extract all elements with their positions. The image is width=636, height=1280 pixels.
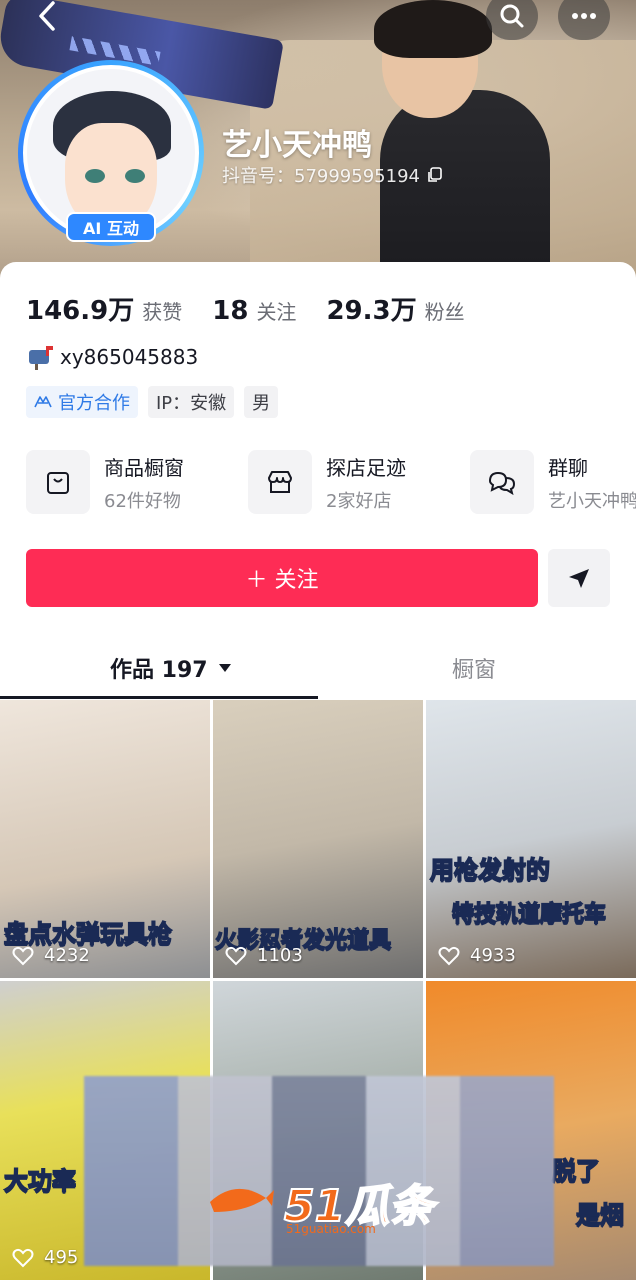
stat-likes-number: 146.9万 [26, 296, 135, 326]
bio-text: xy865045883 [60, 345, 199, 369]
shortcut-group-chat-sub: 艺小天冲鸭 [548, 490, 636, 512]
video-likes: 1103 [225, 945, 303, 966]
video-likes: 4933 [438, 945, 516, 966]
video-caption: 大功率 [3, 1166, 77, 1196]
watermark: 51瓜条 51guatiao.com [206, 1170, 434, 1236]
more-dots-icon [572, 13, 596, 19]
ip-location-tag: IP：安徽 [148, 386, 235, 418]
banner-person-hair [374, 0, 492, 58]
search-icon [500, 4, 524, 28]
official-cooperation-tag[interactable]: 官方合作 [26, 386, 138, 418]
profile-name: 艺小天冲鸭 [222, 128, 372, 163]
douyin-id-text: 抖音号：57999595194 [222, 166, 420, 187]
send-message-button[interactable] [548, 549, 610, 607]
ai-interact-badge[interactable]: AI 互动 [66, 212, 156, 242]
video-thumbnail[interactable]: 火影忍者发光道具 1103 [213, 700, 423, 978]
shortcut-group-chat[interactable]: 群聊 艺小天冲鸭 [470, 450, 636, 514]
stat-likes-label: 获赞 [142, 300, 183, 324]
heart-icon [438, 946, 460, 965]
video-likes-count: 495 [44, 1247, 79, 1268]
watermark-url: 51guatiao.com [286, 1222, 376, 1236]
stat-followers[interactable]: 29.3万 粉丝 [326, 290, 464, 327]
video-caption-line2: 特技轨道摩托车 [451, 901, 607, 928]
tab-active-indicator [0, 696, 318, 699]
shortcut-group-chat-title: 群聊 [548, 455, 588, 480]
fish-logo-icon [210, 1188, 274, 1212]
banner-person-body [380, 90, 550, 290]
paper-plane-icon [569, 569, 589, 588]
stat-likes[interactable]: 146.9万 获赞 [26, 290, 182, 327]
stat-following[interactable]: 18 关注 [212, 296, 296, 326]
video-caption-line1: 脱了 [551, 1156, 601, 1186]
douyin-id[interactable]: 抖音号：57999595194 [222, 162, 444, 188]
caret-down-icon [218, 664, 231, 672]
mailbox-icon [29, 346, 53, 370]
tab-works-label: 作品 197 [110, 658, 208, 683]
heart-icon [12, 946, 34, 965]
profile-tags: 官方合作 IP：安徽 男 [26, 386, 279, 418]
video-thumbnail[interactable]: 用枪发射的 特技轨道摩托车 4933 [426, 700, 636, 978]
heart-icon [225, 946, 247, 965]
stat-followers-label: 粉丝 [424, 300, 465, 324]
video-likes-count: 4232 [44, 945, 90, 966]
video-likes-count: 1103 [257, 945, 303, 966]
video-likes-count: 4933 [470, 945, 516, 966]
tab-works[interactable]: 作品 197 [110, 652, 232, 684]
shopping-bag-icon [47, 472, 69, 494]
shortcut-shop-window-sub: 62件好物 [104, 490, 181, 512]
shortcut-store-visits-title: 探店足迹 [326, 455, 406, 480]
gender-tag: 男 [244, 386, 279, 418]
shortcut-shop-window-title: 商品橱窗 [104, 455, 184, 480]
shortcut-store-visits-sub: 2家好店 [326, 490, 392, 512]
shortcut-store-visits[interactable]: 探店足迹 2家好店 [248, 450, 406, 514]
heart-icon [12, 1248, 34, 1267]
copy-icon[interactable] [426, 166, 444, 184]
bio: xy865045883 [26, 344, 198, 370]
stat-followers-number: 29.3万 [326, 296, 417, 326]
stat-following-label: 关注 [256, 300, 297, 324]
content-tabs: 作品 197 橱窗 [0, 632, 636, 700]
video-caption-line2: 是烟 [575, 1200, 625, 1230]
official-cooperation-label: 官方合作 [58, 393, 130, 414]
back-arrow-icon [39, 1, 55, 31]
handshake-icon [34, 396, 52, 408]
follow-button[interactable]: ＋ 关注 [26, 549, 538, 607]
store-icon [268, 471, 292, 493]
profile-stats: 146.9万 获赞 18 关注 29.3万 粉丝 [26, 290, 495, 327]
video-caption-line1: 用枪发射的 [429, 855, 551, 885]
tab-showcase[interactable]: 橱窗 [452, 652, 496, 684]
shortcut-row: 商品橱窗 62件好物 探店足迹 2家好店 群聊 艺小天冲鸭 [26, 450, 636, 518]
chat-bubbles-icon [488, 471, 516, 496]
video-caption: 盘点水弹玩具枪 [3, 919, 173, 949]
video-thumbnail[interactable]: 盘点水弹玩具枪 4232 [0, 700, 210, 978]
video-likes: 495 [12, 1247, 78, 1268]
video-likes: 4232 [12, 945, 90, 966]
stat-following-number: 18 [212, 296, 249, 326]
shortcut-shop-window[interactable]: 商品橱窗 62件好物 [26, 450, 184, 514]
